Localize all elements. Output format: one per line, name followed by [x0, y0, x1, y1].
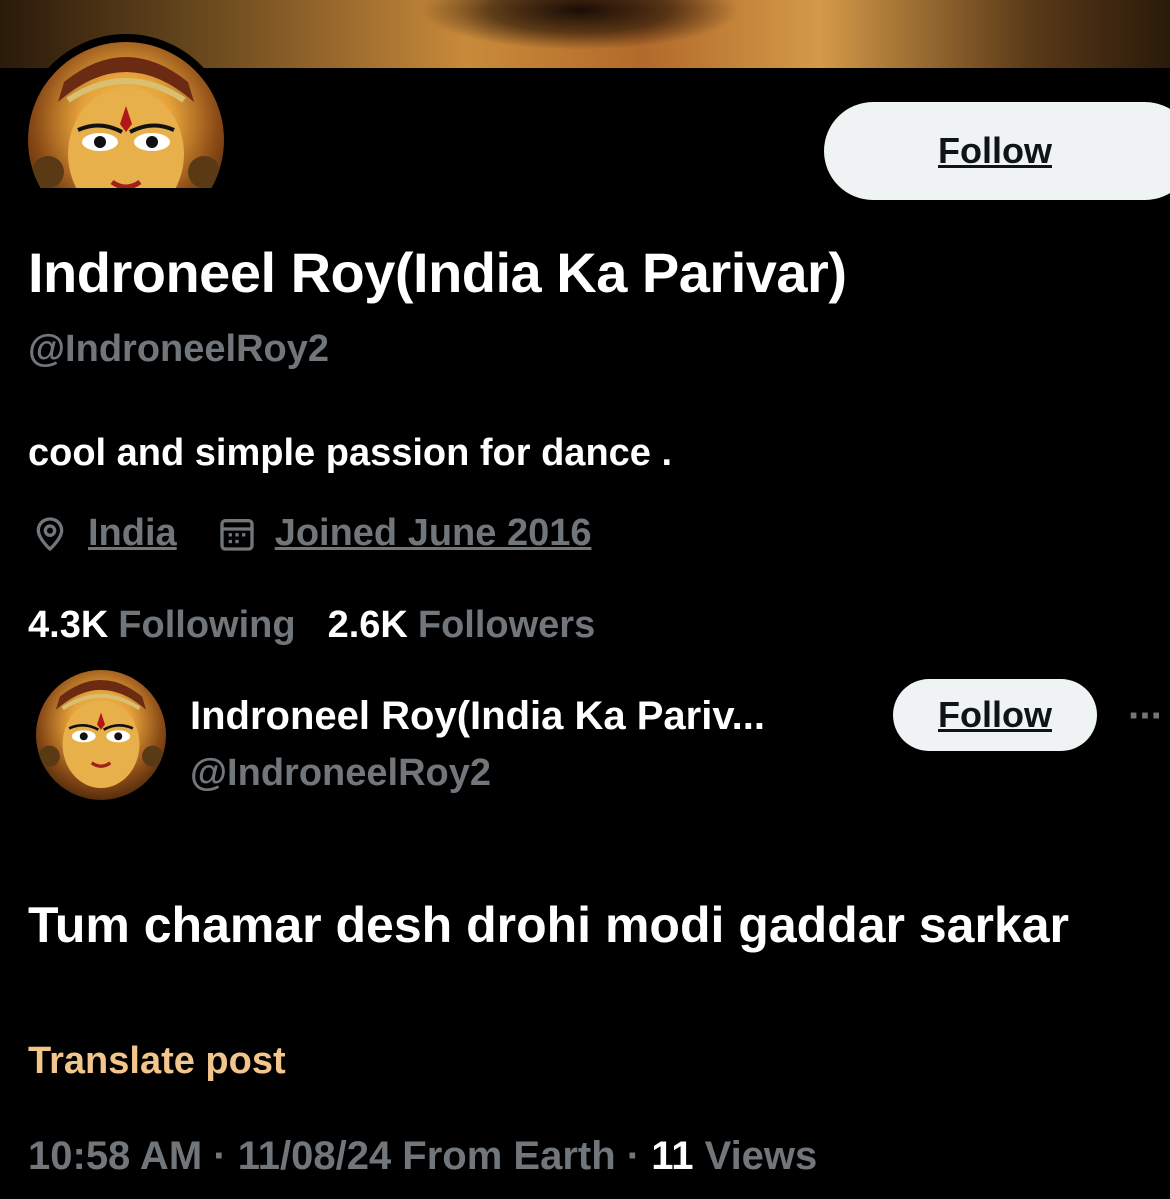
post-views-label: Views	[693, 1134, 818, 1178]
profile-location[interactable]: India	[30, 512, 177, 555]
profile-handle: @IndroneelRoy2	[28, 328, 329, 370]
profile-bio: cool and simple passion for dance .	[28, 432, 673, 474]
post-author-name[interactable]: Indroneel Roy(India Ka Pariv...	[190, 694, 765, 739]
post-time-date[interactable]: 10:58 AM · 11/08/24 From Earth ·	[28, 1134, 651, 1178]
profile-stats: 4.3K Following 2.6K Followers	[28, 604, 627, 647]
profile-joined: Joined June 2016	[217, 512, 592, 555]
profile-display-name: Indroneel Roy(India Ka Parivar)	[28, 241, 847, 304]
avatar-image	[28, 42, 224, 188]
deity-portrait-icon	[32, 57, 220, 188]
banner-shade	[420, 0, 740, 50]
map-pin-icon	[36, 516, 64, 551]
location-text: India	[88, 512, 177, 554]
followers-count[interactable]: 2.6K	[328, 604, 408, 647]
more-horizontal-icon[interactable]: ···	[1128, 694, 1164, 739]
deity-portrait-icon	[38, 679, 164, 789]
post-avatar-image	[36, 670, 166, 800]
post-follow-button[interactable]: Follow	[893, 679, 1097, 751]
profile-follow-button[interactable]: Follow	[824, 102, 1170, 200]
following-count[interactable]: 4.3K	[28, 604, 108, 647]
post-views-count: 11	[651, 1134, 694, 1178]
post-text: Tum chamar desh drohi modi gaddar sarkar	[28, 897, 1070, 953]
followers-label[interactable]: Followers	[418, 604, 595, 647]
post-author-avatar[interactable]	[36, 670, 166, 810]
calendar-icon	[220, 518, 254, 551]
post-timestamp: 10:58 AM · 11/08/24 From Earth · 11 View…	[28, 1134, 817, 1179]
joined-text: Joined June 2016	[274, 512, 592, 554]
profile-meta: India Joined June 2016	[30, 512, 632, 555]
translate-post-link[interactable]: Translate post	[28, 1040, 286, 1083]
post-author-handle[interactable]: @IndroneelRoy2	[190, 752, 491, 795]
following-label[interactable]: Following	[118, 604, 295, 647]
profile-avatar[interactable]	[20, 34, 232, 204]
